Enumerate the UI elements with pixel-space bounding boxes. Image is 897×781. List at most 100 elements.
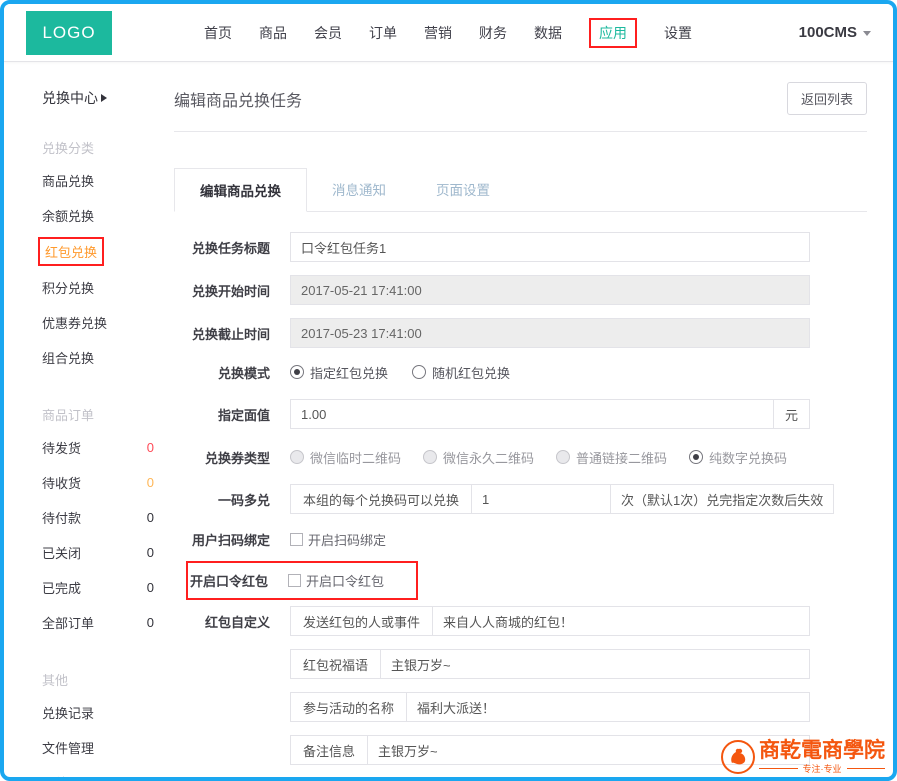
tab-page-settings[interactable]: 页面设置: [411, 168, 515, 211]
app-window: LOGO 首页 商品 会员 订单 营销 财务 数据 应用 设置 100CMS 兑…: [0, 0, 897, 781]
field-label: 兑换券类型: [174, 448, 270, 467]
page-title: 编辑商品兑换任务: [174, 87, 302, 111]
unit-addon-yuan: 元: [774, 399, 810, 429]
count-badge: 0: [147, 545, 154, 560]
sidebar-item-goods-exchange[interactable]: 商品兑换: [4, 163, 168, 198]
checkbox-unchecked-icon: [290, 533, 303, 546]
wishing-input[interactable]: [380, 649, 810, 679]
tab-message-notification[interactable]: 消息通知: [307, 168, 411, 211]
form-row-redpacket-custom: 红包自定义 发送红包的人或事件: [174, 606, 867, 636]
top-navbar: LOGO 首页 商品 会员 订单 营销 财务 数据 应用 设置 100CMS: [4, 4, 893, 62]
remark-addon: 备注信息: [290, 735, 367, 765]
field-label: 开启口令红包: [188, 571, 268, 590]
field-label: 兑换任务标题: [174, 238, 270, 257]
form-row-remark: 备注信息: [174, 735, 867, 765]
activity-name-input[interactable]: [406, 692, 810, 722]
sidebar-item-points-exchange[interactable]: 积分兑换: [4, 270, 168, 305]
radio-wechat-temp-qrcode[interactable]: 微信临时二维码: [290, 448, 401, 467]
sidebar-item-exchange-records[interactable]: 兑换记录: [4, 695, 168, 730]
sidebar-item-other-settings[interactable]: 其他设置: [4, 765, 168, 781]
form-row-end-time: 兑换截止时间: [174, 318, 867, 348]
multi-redeem-suffix: 次（默认1次）兑完指定次数后失效: [611, 484, 834, 514]
sidebar-item-to-ship[interactable]: 待发货 0: [4, 430, 168, 465]
password-redpacket-checkbox[interactable]: 开启口令红包: [288, 571, 384, 590]
sidebar-item-balance-exchange[interactable]: 余额兑换: [4, 198, 168, 233]
header-divider: [174, 131, 867, 132]
form-row-wishing: 红包祝福语: [174, 649, 867, 679]
radio-disabled-icon: [290, 450, 304, 464]
form-row-coupon-type: 兑换券类型 微信临时二维码 微信永久二维码 普通链接二维码: [174, 446, 867, 468]
radio-checked-icon: [689, 450, 703, 464]
radio-mode-random[interactable]: 随机红包兑换: [412, 363, 510, 382]
radio-numeric-code[interactable]: 纯数字兑换码: [689, 448, 787, 467]
custom-sender-input[interactable]: [432, 606, 810, 636]
field-label: 一码多兑: [174, 490, 270, 509]
form-row-password-redpacket-highlighted: 开启口令红包 开启口令红包: [186, 561, 418, 600]
radio-mode-specified[interactable]: 指定红包兑换: [290, 363, 388, 382]
sidebar-item-all-orders[interactable]: 全部订单 0: [4, 605, 168, 640]
nav-item-apps-highlighted[interactable]: 应用: [589, 18, 637, 48]
form-row-exchange-mode: 兑换模式 指定红包兑换 随机红包兑换: [174, 361, 867, 383]
nav-item-data[interactable]: 数据: [534, 23, 562, 43]
sidebar-item-file-management[interactable]: 文件管理: [4, 730, 168, 765]
sidebar-item-to-receive[interactable]: 待收货 0: [4, 465, 168, 500]
nav-item-orders[interactable]: 订单: [369, 23, 397, 43]
count-badge: 0: [147, 510, 154, 525]
scan-bind-checkbox[interactable]: 开启扫码绑定: [290, 530, 386, 549]
form-row-start-time: 兑换开始时间: [174, 275, 867, 305]
sidebar-group-goods-orders: 商品订单: [42, 405, 168, 424]
radio-checked-icon: [290, 365, 304, 379]
custom-sender-addon: 发送红包的人或事件: [290, 606, 432, 636]
sidebar-item-redpacket-exchange-active[interactable]: 红包兑换: [4, 233, 168, 270]
form-row-scan-bind: 用户扫码绑定 开启扫码绑定: [174, 530, 867, 549]
back-to-list-button[interactable]: 返回列表: [787, 82, 867, 115]
multi-redeem-prefix: 本组的每个兑换码可以兑换: [290, 484, 471, 514]
sidebar-item-exchange-center[interactable]: 兑换中心: [4, 88, 168, 108]
form-row-task-title: 兑换任务标题: [174, 232, 867, 262]
triangle-right-icon: [101, 94, 107, 102]
sidebar-item-coupon-exchange[interactable]: 优惠券兑换: [4, 305, 168, 340]
count-badge: 0: [147, 615, 154, 630]
nav-item-members[interactable]: 会员: [314, 23, 342, 43]
radio-disabled-icon: [423, 450, 437, 464]
nav-item-finance[interactable]: 财务: [479, 23, 507, 43]
nav-item-goods[interactable]: 商品: [259, 23, 287, 43]
sidebar-root-label: 兑换中心: [42, 88, 98, 108]
tab-bar: 编辑商品兑换 消息通知 页面设置: [174, 168, 867, 212]
field-label: 兑换截止时间: [174, 324, 270, 343]
nav-item-marketing[interactable]: 营销: [424, 23, 452, 43]
sidebar-item-to-pay[interactable]: 待付款 0: [4, 500, 168, 535]
field-label: 红包自定义: [174, 612, 270, 631]
logo[interactable]: LOGO: [26, 11, 112, 55]
sidebar-item-combo-exchange[interactable]: 组合兑换: [4, 340, 168, 375]
radio-wechat-permanent-qrcode[interactable]: 微信永久二维码: [423, 448, 534, 467]
field-label: 指定面值: [174, 405, 270, 424]
radio-plain-link-qrcode[interactable]: 普通链接二维码: [556, 448, 667, 467]
radio-disabled-icon: [556, 450, 570, 464]
end-time-input: [290, 318, 810, 348]
count-badge: 0: [147, 440, 154, 455]
multi-redeem-count-input[interactable]: [471, 484, 611, 514]
sidebar-item-closed[interactable]: 已关闭 0: [4, 535, 168, 570]
account-menu[interactable]: 100CMS: [799, 24, 871, 41]
task-title-input[interactable]: [290, 232, 810, 262]
sidebar-item-completed[interactable]: 已完成 0: [4, 570, 168, 605]
field-label: 兑换开始时间: [174, 281, 270, 300]
main-content: 编辑商品兑换任务 返回列表 编辑商品兑换 消息通知 页面设置 兑换任务标题 兑换…: [168, 62, 893, 777]
sidebar: 兑换中心 兑换分类 商品兑换 余额兑换 红包兑换 积分兑换 优惠券兑换 组合兑换…: [4, 62, 168, 777]
main-nav: 首页 商品 会员 订单 营销 财务 数据 应用 设置: [204, 18, 692, 48]
exchange-task-form: 兑换任务标题 兑换开始时间 兑换截止时间 兑换模式 指: [174, 212, 867, 781]
checkbox-unchecked-icon: [288, 574, 301, 587]
radio-unchecked-icon: [412, 365, 426, 379]
remark-input[interactable]: [367, 735, 810, 765]
field-label: 用户扫码绑定: [174, 530, 270, 549]
wishing-addon: 红包祝福语: [290, 649, 380, 679]
form-row-multi-redeem: 一码多兑 本组的每个兑换码可以兑换 次（默认1次）兑完指定次数后失效: [174, 484, 867, 514]
activity-name-addon: 参与活动的名称: [290, 692, 406, 722]
nav-item-settings[interactable]: 设置: [664, 23, 692, 43]
nav-item-home[interactable]: 首页: [204, 23, 232, 43]
count-badge: 0: [147, 475, 154, 490]
account-name: 100CMS: [799, 24, 857, 41]
face-value-input[interactable]: [290, 399, 774, 429]
tab-edit-goods-exchange[interactable]: 编辑商品兑换: [174, 168, 307, 212]
